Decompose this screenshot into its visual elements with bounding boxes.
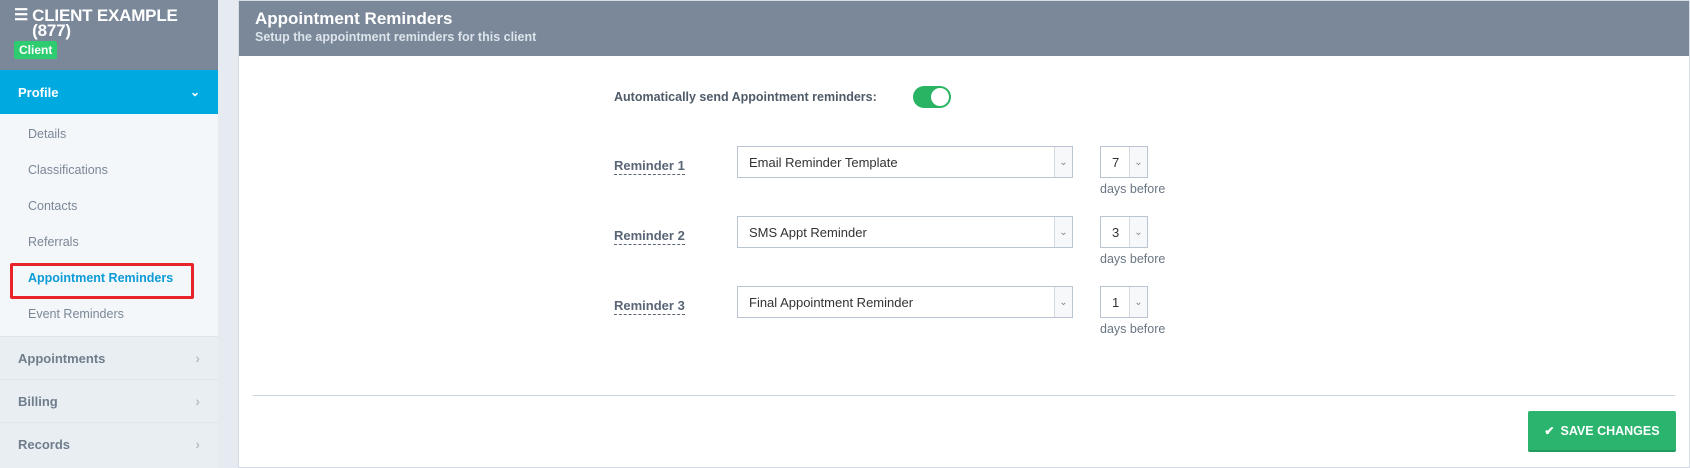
sidebar-subitem-label: Referrals: [28, 235, 79, 249]
sidebar-subitem-details[interactable]: Details: [0, 116, 218, 152]
client-header: ☰ CLIENT EXAMPLE (877) Client: [0, 0, 218, 70]
sidebar-subitem-label: Details: [28, 127, 67, 141]
check-icon: ✔: [1544, 423, 1555, 438]
chevron-right-icon: ›: [195, 436, 200, 452]
days-before-label: days before: [1100, 182, 1166, 196]
reminder-label[interactable]: Reminder 1: [614, 158, 685, 175]
auto-send-label: Automatically send Appointment reminders…: [614, 90, 877, 104]
reminder-template-value: Final Appointment Reminder: [749, 294, 914, 310]
chevron-right-icon: ›: [195, 393, 200, 409]
days-before-label: days before: [1100, 252, 1166, 266]
page-title: Appointment Reminders: [255, 9, 453, 28]
sidebar-subitem-appointment-reminders[interactable]: Appointment Reminders: [0, 260, 218, 299]
chevron-down-icon: ⌄: [1054, 287, 1072, 317]
client-title: ☰ CLIENT EXAMPLE (877): [14, 7, 204, 40]
sidebar-item-label: Appointments: [18, 350, 106, 366]
save-changes-label: SAVE CHANGES: [1560, 423, 1660, 438]
toggle-knob: [930, 88, 949, 106]
reminder-days-select[interactable]: 3 ⌄: [1100, 216, 1148, 248]
sidebar-subitem-classifications[interactable]: Classifications: [0, 152, 218, 188]
chevron-down-icon: ⌄: [1129, 217, 1147, 247]
sidebar-subitem-referrals[interactable]: Referrals: [0, 224, 218, 260]
reminder-template-value: SMS Appt Reminder: [749, 224, 867, 240]
reminder-days-select[interactable]: 7 ⌄: [1100, 146, 1148, 178]
save-changes-button[interactable]: ✔ SAVE CHANGES: [1528, 411, 1676, 452]
sidebar-subitem-label: Event Reminders: [28, 307, 124, 321]
reminder-days-value: 3: [1112, 224, 1120, 240]
reminder-template-select[interactable]: Final Appointment Reminder ⌄: [737, 286, 1073, 318]
reminder-label[interactable]: Reminder 2: [614, 228, 685, 245]
sidebar-item-billing[interactable]: Billing ›: [0, 379, 218, 422]
sidebar-item-label: Profile: [18, 84, 59, 100]
reminder-days-value: 1: [1112, 294, 1120, 310]
sidebar-item-label: Records: [18, 436, 71, 452]
sidebar: ☰ CLIENT EXAMPLE (877) Client Profile ⌄ …: [0, 0, 218, 468]
page-subtitle: Setup the appointment reminders for this…: [255, 30, 537, 44]
sidebar-subitem-label: Classifications: [28, 163, 108, 177]
reminder-label[interactable]: Reminder 3: [614, 298, 685, 315]
client-badge: Client: [14, 41, 58, 59]
reminder-template-select[interactable]: Email Reminder Template ⌄: [737, 146, 1073, 178]
sidebar-subitem-contacts[interactable]: Contacts: [0, 188, 218, 224]
chevron-down-icon: ⌄: [189, 85, 200, 99]
appointment-reminders-panel: Appointment Reminders Setup the appointm…: [238, 0, 1690, 468]
sidebar-item-label: Billing: [18, 393, 58, 409]
reminder-days-select[interactable]: 1 ⌄: [1100, 286, 1148, 318]
sidebar-item-records[interactable]: Records ›: [0, 422, 218, 465]
days-before-label: days before: [1100, 322, 1166, 336]
sidebar-subitem-event-reminders[interactable]: Event Reminders: [0, 296, 218, 332]
menu-icon[interactable]: ☰: [14, 8, 28, 38]
chevron-down-icon: ⌄: [1129, 147, 1147, 177]
sidebar-subitem-label: Appointment Reminders: [28, 271, 174, 285]
reminder-row-2: Reminder 2 SMS Appt Reminder ⌄ 3 ⌄ days …: [614, 216, 1234, 276]
chevron-down-icon: ⌄: [1054, 147, 1072, 177]
auto-send-toggle[interactable]: [912, 86, 951, 108]
reminder-days-value: 7: [1112, 154, 1120, 170]
reminder-row-1: Reminder 1 Email Reminder Template ⌄ 7 ⌄…: [614, 146, 1234, 206]
reminder-template-value: Email Reminder Template: [749, 154, 898, 170]
sidebar-item-appointments[interactable]: Appointments ›: [0, 336, 218, 379]
reminder-template-select[interactable]: SMS Appt Reminder ⌄: [737, 216, 1073, 248]
chevron-down-icon: ⌄: [1054, 217, 1072, 247]
panel-header: Appointment Reminders Setup the appointm…: [239, 1, 1689, 56]
divider: [253, 395, 1675, 396]
profile-submenu: Details Classifications Contacts Referra…: [0, 114, 218, 336]
sidebar-subitem-label: Contacts: [28, 199, 78, 213]
chevron-down-icon: ⌄: [1129, 287, 1147, 317]
auto-send-row: Automatically send Appointment reminders…: [614, 86, 951, 108]
sidebar-item-profile[interactable]: Profile ⌄: [0, 70, 218, 114]
chevron-right-icon: ›: [195, 350, 200, 366]
client-id: (877): [32, 21, 71, 40]
reminder-row-3: Reminder 3 Final Appointment Reminder ⌄ …: [614, 286, 1234, 346]
